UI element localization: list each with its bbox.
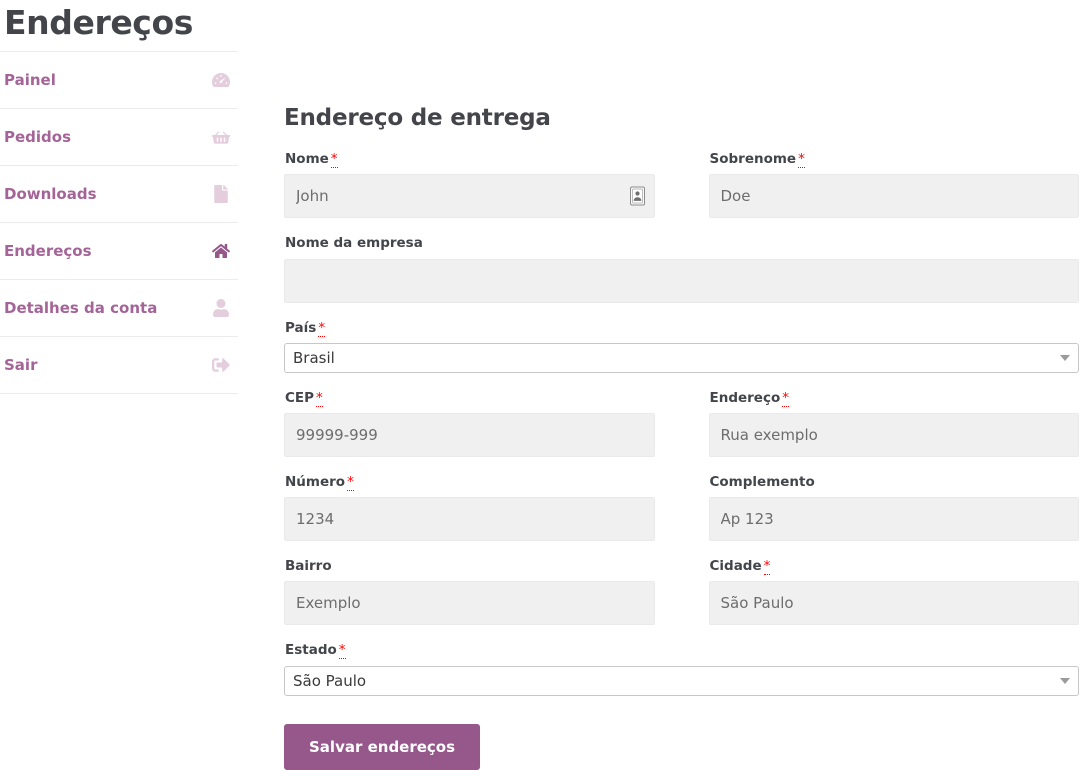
sidebar-item-label: Downloads (4, 185, 97, 204)
form-row-state: Estado * São Paulo (284, 642, 1079, 707)
required-asterisk: * (330, 151, 338, 169)
sidebar-item-sair[interactable]: Sair (0, 336, 238, 395)
label-first-name: Nome * (285, 151, 655, 169)
form-row-number-complement: Número* Complemento (284, 474, 1079, 553)
select-wrap-state[interactable]: São Paulo (284, 665, 1079, 696)
label-text: Número (285, 474, 346, 490)
required-asterisk: * (316, 389, 323, 407)
page-layout: Painel Pedidos Downloads Endereços Detal… (0, 43, 1087, 770)
label-text: Estado (285, 642, 337, 659)
form-row-company: Nome da empresa (284, 235, 1079, 314)
label-country: País * (285, 319, 1079, 337)
field-complement: Complemento (708, 474, 1080, 542)
sidebar-link-downloads[interactable]: Downloads (0, 166, 238, 222)
required-asterisk: * (763, 558, 771, 576)
required-asterisk: * (798, 151, 805, 169)
label-address: Endereço * (709, 389, 1080, 407)
form-row-country: País * Brasil (284, 319, 1079, 385)
field-first-name: Nome * (284, 151, 655, 219)
save-addresses-button[interactable]: Salvar endereços (284, 723, 481, 770)
form-row-district-city: Bairro Cidade* (284, 558, 1079, 637)
page-title: Endereços (4, 3, 193, 42)
shopping-basket-icon (212, 128, 230, 146)
city-input[interactable] (708, 581, 1079, 626)
label-text: Nome da empresa (285, 235, 423, 252)
sidebar-item-pedidos[interactable]: Pedidos (0, 108, 238, 165)
label-postcode: CEP * (285, 389, 655, 407)
label-district: Bairro (285, 558, 655, 574)
home-icon (212, 242, 230, 260)
sidebar-item-detalhes-da-conta[interactable]: Detalhes da conta (0, 279, 238, 336)
first-name-input[interactable] (284, 174, 655, 219)
label-text: País (285, 319, 317, 336)
user-icon (212, 299, 230, 318)
input-wrap-first-name (284, 174, 655, 219)
field-postcode: CEP * (284, 389, 655, 457)
required-asterisk: * (347, 474, 354, 491)
label-city: Cidade * (709, 558, 1080, 576)
sidebar-link-painel[interactable]: Painel (0, 52, 238, 108)
sidebar-link-sair[interactable]: Sair (0, 337, 238, 393)
form-row-postcode-address: CEP* Endereço* (284, 389, 1080, 469)
address-form-content: Endereço de entrega Nome * John Sobrenom… (238, 105, 1087, 770)
address-input[interactable] (708, 413, 1079, 457)
field-state: Estado * São Paulo (284, 642, 1079, 696)
tachometer-icon (212, 71, 230, 89)
required-asterisk: * (338, 642, 346, 660)
form-actions: Salvar endereços (284, 723, 1079, 770)
label-number: Número * (285, 474, 655, 491)
select-wrap-country[interactable]: Brasil (284, 342, 1079, 373)
district-input[interactable] (284, 581, 655, 626)
state-select[interactable]: São Paulo (284, 665, 1079, 696)
country-select[interactable]: Brasil (284, 342, 1079, 373)
number-input[interactable] (284, 497, 655, 542)
label-text: CEP (285, 389, 315, 406)
sidebar-link-enderecos[interactable]: Endereços (0, 223, 238, 279)
label-text: Sobrenome (709, 151, 797, 168)
complement-input[interactable] (708, 497, 1079, 542)
required-asterisk: * (318, 319, 326, 337)
sidebar-item-label: Painel (4, 71, 56, 90)
file-download-icon (212, 185, 230, 204)
label-text: Endereço (709, 389, 781, 406)
field-number: Número * (284, 474, 655, 542)
sidebar-link-detalhes-da-conta[interactable]: Detalhes da conta (0, 280, 238, 336)
label-complement: Complemento (710, 474, 1080, 490)
field-country: País * Brasil (284, 319, 1079, 373)
sidebar-nav: Painel Pedidos Downloads Endereços Detal… (0, 51, 238, 395)
field-district: Bairro (284, 558, 655, 626)
label-last-name: Sobrenome * (709, 151, 1080, 169)
sidebar-link-pedidos[interactable]: Pedidos (0, 109, 238, 165)
sidebar-item-downloads[interactable]: Downloads (0, 165, 238, 222)
label-text: Nome (285, 151, 329, 168)
form-row-name: Nome * John Sobrenome * Doe (284, 151, 1079, 230)
label-text: Cidade (709, 558, 762, 575)
sidebar-item-label: Pedidos (4, 128, 72, 147)
field-city: Cidade * (708, 558, 1080, 626)
sidebar-item-label: Sair (4, 356, 38, 375)
sidebar-item-label: Endereços (4, 242, 92, 261)
label-state: Estado * (285, 642, 1079, 660)
sidebar-item-label: Detalhes da conta (4, 299, 158, 318)
label-company: Nome da empresa (285, 235, 1079, 251)
field-address: Endereço * (708, 389, 1080, 457)
sidebar-item-painel[interactable]: Painel (0, 51, 238, 108)
field-last-name: Sobrenome * (708, 151, 1080, 219)
company-input[interactable] (284, 258, 1079, 303)
shipping-address-form: Nome * John Sobrenome * Doe Nome da empr… (284, 151, 1080, 770)
sidebar-item-enderecos[interactable]: Endereços (0, 222, 238, 279)
label-text: Complemento (709, 474, 815, 490)
last-name-input[interactable] (708, 174, 1079, 219)
sign-out-icon (212, 356, 230, 374)
label-text: Bairro (285, 558, 332, 575)
field-company: Nome da empresa (284, 235, 1079, 303)
account-sidebar: Painel Pedidos Downloads Endereços Detal… (0, 51, 238, 395)
required-asterisk: * (782, 389, 789, 407)
postcode-input[interactable] (284, 413, 655, 457)
form-heading: Endereço de entrega (284, 105, 551, 132)
